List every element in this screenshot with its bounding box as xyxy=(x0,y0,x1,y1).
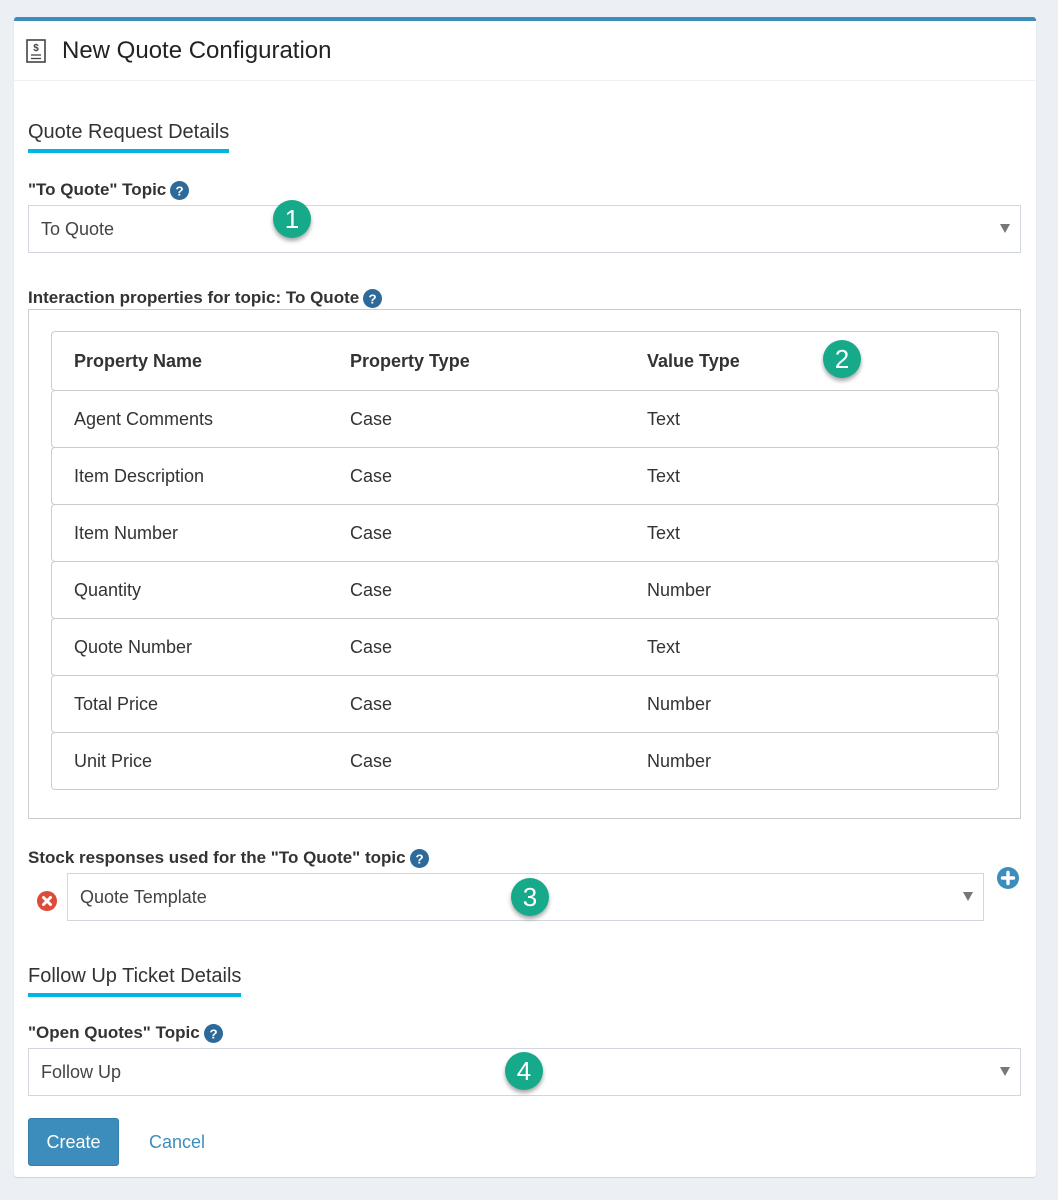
to-quote-topic-label-text: "To Quote" Topic xyxy=(28,180,167,199)
properties-table: Property Name Property Type Value Type A… xyxy=(51,331,999,790)
open-quotes-topic-value: Follow Up xyxy=(41,1061,122,1082)
table-row: Item Number Case Text xyxy=(51,504,999,562)
value-type: Text xyxy=(647,522,681,543)
column-header-property-type: Property Type xyxy=(350,350,470,371)
table-row: Total Price Case Number xyxy=(51,675,999,733)
value-type: Text xyxy=(647,408,681,429)
property-type: Case xyxy=(350,750,393,771)
remove-stock-response-icon[interactable] xyxy=(37,891,57,911)
property-name: Item Description xyxy=(74,465,205,486)
svg-text:?: ? xyxy=(415,851,423,866)
property-type: Case xyxy=(350,579,393,600)
to-quote-topic-label: "To Quote" Topic ? xyxy=(28,179,190,201)
svg-text:?: ? xyxy=(369,291,377,306)
table-row: Quantity Case Number xyxy=(51,561,999,619)
svg-text:?: ? xyxy=(176,183,184,198)
value-type: Number xyxy=(647,579,712,600)
value-type: Text xyxy=(647,465,681,486)
callout-badge-3: 3 xyxy=(511,878,549,916)
open-quotes-topic-label-text: "Open Quotes" Topic xyxy=(28,1023,200,1042)
interaction-properties-panel: Property Name Property Type Value Type A… xyxy=(28,309,1021,819)
svg-text:$: $ xyxy=(33,43,39,54)
svg-text:?: ? xyxy=(209,1026,217,1041)
quote-config-card: $ New Quote Configuration Quote Request … xyxy=(14,17,1036,1177)
table-row: Agent Comments Case Text xyxy=(51,390,999,448)
table-row: Unit Price Case Number xyxy=(51,732,999,790)
cancel-link[interactable]: Cancel xyxy=(149,1118,205,1166)
help-icon[interactable]: ? xyxy=(170,180,190,200)
property-type: Case xyxy=(350,522,393,543)
property-name: Unit Price xyxy=(74,750,153,771)
property-type: Case xyxy=(350,465,393,486)
stock-responses-label: Stock responses used for the "To Quote" … xyxy=(28,847,429,869)
help-icon[interactable]: ? xyxy=(409,848,429,868)
quote-request-section-title: Quote Request Details xyxy=(28,119,230,153)
card-header: $ New Quote Configuration xyxy=(14,21,1036,81)
callout-badge-1: 1 xyxy=(273,200,311,238)
follow-up-section-title: Follow Up Ticket Details xyxy=(28,963,242,997)
property-name: Quantity xyxy=(74,579,142,600)
property-name: Quote Number xyxy=(74,636,193,657)
create-button[interactable]: Create xyxy=(28,1118,119,1166)
value-type: Number xyxy=(647,750,712,771)
callout-badge-2: 2 xyxy=(823,340,861,378)
chevron-down-icon xyxy=(1000,224,1010,233)
open-quotes-topic-label: "Open Quotes" Topic ? xyxy=(28,1022,223,1044)
value-type: Text xyxy=(647,636,681,657)
interaction-properties-label: Interaction properties for topic: To Quo… xyxy=(28,287,383,309)
quote-document-icon: $ xyxy=(26,38,46,63)
value-type: Number xyxy=(647,693,712,714)
property-name: Item Number xyxy=(74,522,179,543)
chevron-down-icon xyxy=(963,892,973,901)
page-title: New Quote Configuration xyxy=(62,36,332,64)
property-name: Total Price xyxy=(74,693,159,714)
stock-response-value: Quote Template xyxy=(80,886,207,907)
interaction-properties-label-text: Interaction properties for topic: To Quo… xyxy=(28,288,360,307)
to-quote-topic-value: To Quote xyxy=(41,218,115,239)
property-type: Case xyxy=(350,636,393,657)
callout-badge-4: 4 xyxy=(505,1052,543,1090)
add-stock-response-icon[interactable] xyxy=(997,867,1019,889)
column-header-property-name: Property Name xyxy=(74,350,203,371)
chevron-down-icon xyxy=(1000,1067,1010,1076)
help-icon[interactable]: ? xyxy=(203,1023,223,1043)
help-icon[interactable]: ? xyxy=(363,288,383,308)
table-row: Item Description Case Text xyxy=(51,447,999,505)
property-name: Agent Comments xyxy=(74,408,214,429)
stock-responses-label-text: Stock responses used for the "To Quote" … xyxy=(28,848,406,867)
property-type: Case xyxy=(350,693,393,714)
property-type: Case xyxy=(350,408,393,429)
to-quote-topic-select[interactable]: To Quote xyxy=(28,205,1021,253)
table-row: Quote Number Case Text xyxy=(51,618,999,676)
